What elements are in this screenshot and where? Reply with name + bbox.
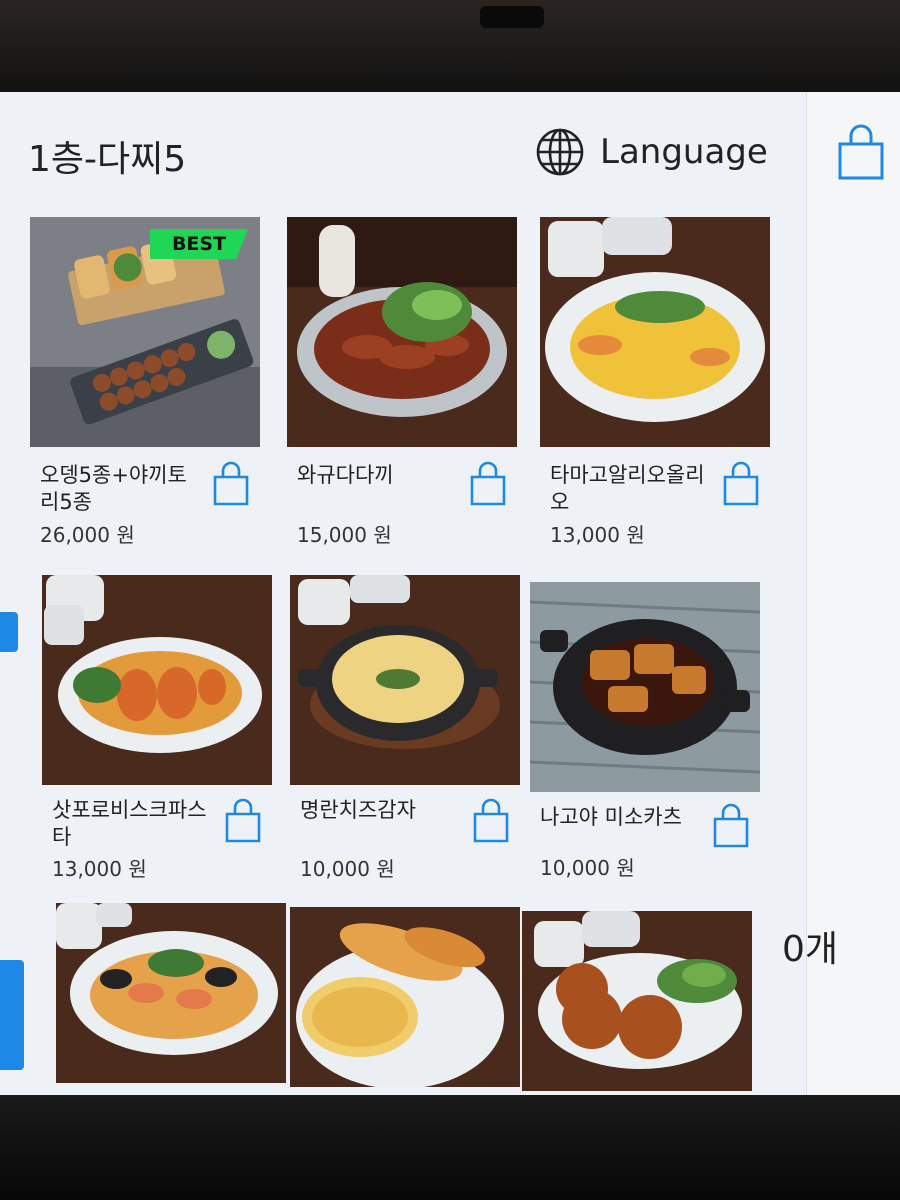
add-to-cart-icon[interactable] <box>222 797 264 845</box>
header: 1층-다찌5 Language <box>0 92 806 212</box>
add-to-cart-icon[interactable] <box>710 802 752 850</box>
language-button[interactable]: Language <box>534 122 768 182</box>
menu-item-price: 13,000 원 <box>550 523 645 547</box>
add-to-cart-icon[interactable] <box>720 460 762 508</box>
food-photo: BEST <box>30 217 260 447</box>
menu-item-price: 15,000 원 <box>297 523 392 547</box>
menu-item-name: 오뎅5종+야끼토리5종 <box>40 463 187 514</box>
category-tab-indicator[interactable] <box>0 612 18 652</box>
kiosk-screen: 1층-다찌5 Language BEST 오뎅5종+야끼토리5종 26,000 … <box>0 92 900 1095</box>
camera-notch <box>480 6 544 28</box>
menu-item-price: 10,000 원 <box>540 856 635 880</box>
food-photo <box>540 217 770 447</box>
food-photo <box>290 575 520 785</box>
store-title: 1층-다찌5 <box>28 139 187 180</box>
menu-item-name: 삿포로비스크파스타 <box>52 798 207 849</box>
best-badge: BEST <box>150 229 248 259</box>
add-to-cart-icon[interactable] <box>210 460 252 508</box>
menu-item-price: 26,000 원 <box>40 523 135 547</box>
menu-item-name: 와규다다끼 <box>297 463 394 487</box>
menu-item-name: 타마고알리오올리오 <box>550 463 705 514</box>
menu-item-price: 13,000 원 <box>52 857 147 881</box>
add-to-cart-icon[interactable] <box>467 460 509 508</box>
language-label: Language <box>600 132 768 172</box>
menu-item-price: 10,000 원 <box>300 857 395 881</box>
food-photo <box>530 582 760 792</box>
cart-icon[interactable] <box>834 122 888 182</box>
device-bezel-bottom <box>0 1095 900 1200</box>
globe-icon <box>536 128 584 176</box>
food-photo <box>290 907 520 1087</box>
food-photo <box>522 911 752 1091</box>
category-tab-active[interactable] <box>0 960 24 1070</box>
food-photo <box>42 575 272 785</box>
cart-item-count: 0개 <box>782 929 839 970</box>
food-photo <box>56 903 286 1083</box>
menu-item-name: 나고야 미소카츠 <box>540 805 682 829</box>
menu-item-name: 명란치즈감자 <box>300 798 416 822</box>
add-to-cart-icon[interactable] <box>470 797 512 845</box>
food-photo <box>287 217 517 447</box>
device-bezel-top <box>0 0 900 92</box>
